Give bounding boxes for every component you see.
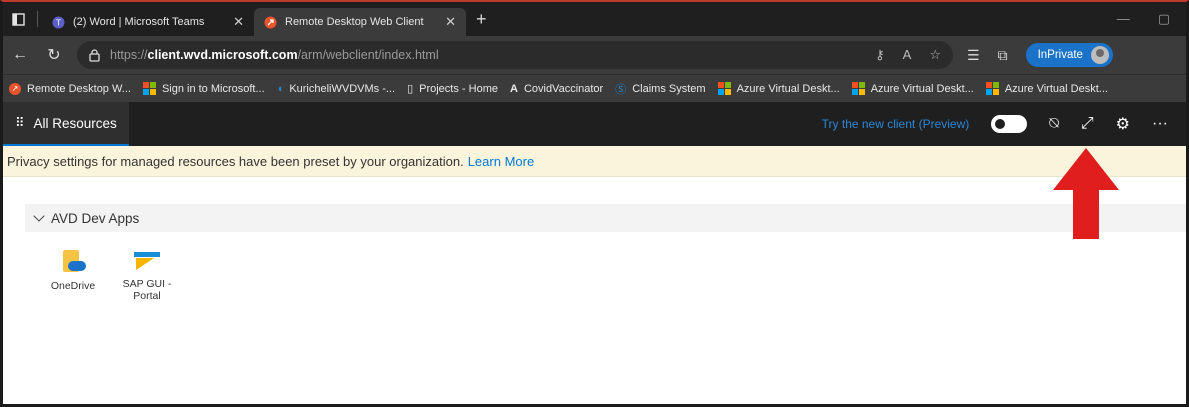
url-text: https://client.wvd.microsoft.com/arm/web…: [110, 48, 439, 62]
favorites-icon[interactable]: ☰: [967, 47, 980, 64]
svg-text:T: T: [55, 18, 61, 27]
bookmark-item[interactable]: ↗ Remote Desktop W...: [9, 82, 131, 95]
sap-gui-icon: [134, 250, 160, 272]
profile-avatar-icon: [1090, 46, 1109, 64]
bookmark-item[interactable]: Azure Virtual Deskt...: [851, 82, 974, 95]
page-icon: ▯: [407, 83, 414, 95]
bookmarks-bar: ↗ Remote Desktop W... Sign in to Microsof…: [3, 74, 1186, 102]
tab-title: (2) Word | Microsoft Teams: [73, 16, 205, 28]
screenshot-frame: T (2) Word | Microsoft Teams ✕ Remote De…: [0, 0, 1189, 407]
key-icon[interactable]: ⚷: [875, 47, 885, 63]
lock-icon: [89, 48, 100, 62]
tab-actions-button[interactable]: [3, 2, 33, 36]
all-resources-tab[interactable]: ⠿ All Resources: [3, 102, 129, 146]
devops-icon: ◖: [276, 82, 284, 95]
url-input[interactable]: https://client.wvd.microsoft.com/arm/web…: [77, 41, 953, 69]
unpin-icon[interactable]: ⍉: [1049, 115, 1059, 133]
more-options-icon[interactable]: ···: [1152, 115, 1168, 133]
browser-toolbar: ☰ ⧉ InPrivate: [967, 43, 1113, 67]
a-icon: A: [509, 82, 518, 95]
microsoft-icon: [142, 82, 156, 95]
bookmark-item[interactable]: Sign in to Microsoft...: [142, 82, 265, 95]
tab-teams[interactable]: T (2) Word | Microsoft Teams ✕: [42, 8, 254, 36]
learn-more-link[interactable]: Learn More: [468, 154, 534, 169]
restore-icon[interactable]: ▢: [1158, 11, 1170, 27]
url-actions: ⚷ A ☆: [875, 47, 941, 63]
tab-title: Remote Desktop Web Client: [285, 16, 424, 28]
tab-separator: [37, 11, 38, 27]
teams-icon: T: [52, 16, 65, 28]
bookmark-item[interactable]: ▯ Projects - Home: [407, 82, 498, 96]
settings-gear-icon[interactable]: ⚙: [1116, 114, 1130, 134]
fullscreen-expand-icon[interactable]: ⤢: [1081, 115, 1094, 133]
back-icon[interactable]: ←: [3, 46, 37, 64]
favorite-star-icon[interactable]: ☆: [929, 47, 941, 63]
inprivate-label: InPrivate: [1037, 49, 1083, 61]
app-tile-label: SAP GUI - Portal: [122, 278, 172, 302]
all-resources-label: All Resources: [33, 115, 117, 131]
onedrive-icon: [60, 248, 86, 274]
address-bar-row: ← ↻ https://client.wvd.microsoft.com/arm…: [3, 36, 1186, 74]
app-tile-onedrive[interactable]: OneDrive: [41, 248, 105, 292]
tab-actions-icon: [11, 12, 25, 26]
app-tile-label: OneDrive: [50, 280, 96, 292]
browser-tab-strip: T (2) Word | Microsoft Teams ✕ Remote De…: [3, 2, 1186, 36]
bookmark-item[interactable]: A CovidVaccinator: [510, 83, 603, 95]
new-client-toggle[interactable]: [991, 115, 1028, 133]
app-tile-sap-gui[interactable]: SAP GUI - Portal: [115, 248, 179, 302]
bookmark-item[interactable]: Azure Virtual Deskt...: [985, 82, 1108, 95]
microsoft-icon: [717, 82, 731, 95]
privacy-notice-bar: Privacy settings for managed resources h…: [3, 146, 1186, 177]
resource-group-label: AVD Dev Apps: [51, 210, 140, 226]
read-aloud-icon[interactable]: A: [903, 47, 912, 63]
microsoft-icon: [851, 82, 865, 95]
red-annotation-arrow-icon: [1053, 148, 1119, 239]
remote-desktop-icon: ↗: [9, 82, 21, 95]
refresh-icon[interactable]: ↻: [37, 45, 71, 65]
resource-group-header[interactable]: AVD Dev Apps: [25, 204, 1186, 232]
inprivate-button[interactable]: InPrivate: [1025, 43, 1113, 67]
privacy-notice-text: Privacy settings for managed resources h…: [7, 153, 464, 169]
remote-desktop-icon: [264, 16, 277, 28]
bookmark-item[interactable]: Ⓢ Claims System: [615, 81, 705, 97]
tab-remote-desktop[interactable]: Remote Desktop Web Client ✕: [254, 8, 466, 36]
collections-icon[interactable]: ⧉: [998, 47, 1008, 64]
grid-icon: ⠿: [15, 115, 24, 130]
app-header: ⠿ All Resources Try the new client (Prev…: [3, 102, 1186, 146]
bookmark-item[interactable]: Azure Virtual Deskt...: [717, 82, 840, 95]
close-tab-icon[interactable]: ✕: [445, 14, 456, 30]
window-controls: — ▢: [1117, 11, 1186, 27]
try-new-client-link[interactable]: Try the new client (Preview): [822, 117, 970, 131]
close-tab-icon[interactable]: ✕: [233, 14, 244, 30]
chevron-down-icon: [33, 210, 45, 222]
microsoft-icon: [985, 82, 999, 95]
bookmark-item[interactable]: ◖ KuricheliWVDVMs -...: [277, 83, 395, 95]
header-actions: Try the new client (Preview) ⍉ ⤢ ⚙ ···: [822, 114, 1186, 134]
s-icon: Ⓢ: [615, 83, 627, 96]
new-tab-icon[interactable]: +: [466, 9, 497, 30]
minimize-icon[interactable]: —: [1117, 11, 1130, 27]
